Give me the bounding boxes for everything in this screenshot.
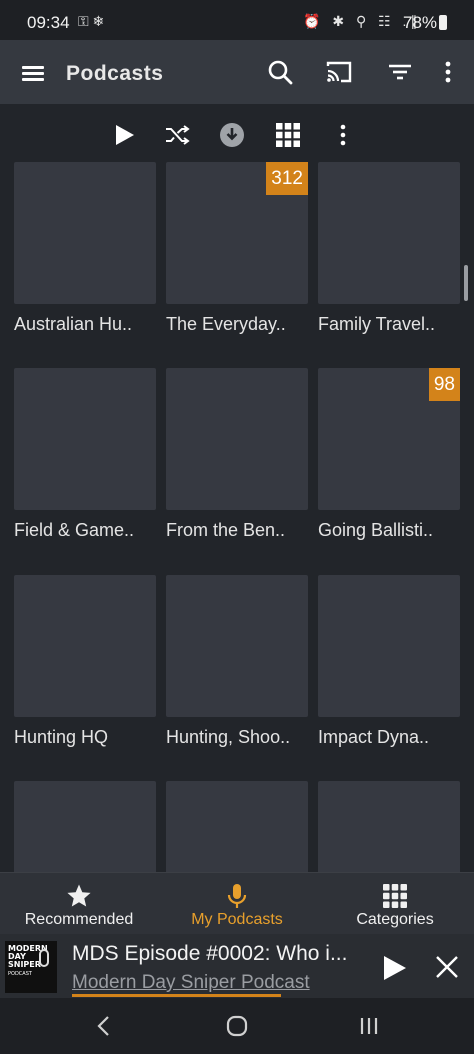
- podcast-title: The Everyday..: [166, 314, 286, 334]
- podcast-title: Impact Dyna..: [318, 727, 430, 747]
- grid-icon: [383, 884, 407, 908]
- playback-progress: [72, 994, 281, 997]
- episode-title: MDS Episode #0002: Who i...: [72, 942, 348, 965]
- filter-icon[interactable]: [386, 58, 414, 86]
- status-time: 09:34: [27, 13, 70, 32]
- more-vert-icon[interactable]: [434, 58, 462, 86]
- nav-label: My Podcasts: [191, 911, 283, 928]
- home-icon[interactable]: [223, 1014, 251, 1038]
- podcast-tile[interactable]: Family Travel..: [318, 162, 460, 335]
- battery-percentage: 78%: [403, 13, 438, 32]
- nav-label: Categories: [356, 911, 434, 928]
- podcast-artwork: [166, 781, 308, 872]
- podcast-artwork: [14, 368, 156, 510]
- toolbar-more-icon[interactable]: [330, 122, 356, 148]
- podcast-tile[interactable]: Hunting HQ: [14, 575, 156, 748]
- podcast-toolbar: [0, 104, 474, 162]
- play-all-icon[interactable]: [111, 122, 137, 148]
- podcast-tile[interactable]: 312 The Everyday..: [166, 162, 308, 335]
- podcast-title: Going Ballisti..: [318, 520, 434, 540]
- podcast-artwork: [14, 575, 156, 717]
- podcast-name: Modern Day Sniper Podcast: [72, 972, 310, 993]
- menu-icon[interactable]: [22, 66, 44, 81]
- podcast-title: Australian Hu..: [14, 314, 133, 334]
- download-icon[interactable]: [219, 122, 245, 148]
- podcast-tile[interactable]: Australian Hu..: [14, 162, 156, 335]
- unplayed-badge: 98: [428, 368, 460, 401]
- podcast-title: Family Travel..: [318, 314, 436, 334]
- podcast-artwork: [166, 575, 308, 717]
- bottom-navigation: Recommended My Podcasts Categories: [0, 872, 474, 934]
- app-bar: Podcasts: [0, 40, 474, 104]
- unplayed-badge: 312: [266, 162, 308, 195]
- page-title: Podcasts: [66, 62, 164, 85]
- podcast-title: From the Ben..: [166, 520, 286, 540]
- nav-label: Recommended: [24, 911, 134, 928]
- nav-item-categories[interactable]: Categories: [316, 873, 474, 935]
- podcast-artwork: [318, 575, 460, 717]
- play-icon[interactable]: [380, 954, 408, 982]
- podcast-artwork: [318, 781, 460, 872]
- grid-view-icon[interactable]: [275, 122, 301, 148]
- podcast-artwork: [166, 368, 308, 510]
- status-bar: 09:34 ⚿ ❄ ⏰ ✱ ⚲ ☷ .∥ 78%: [0, 0, 474, 40]
- microphone-icon: [39, 949, 49, 967]
- podcast-title: Hunting HQ: [14, 727, 109, 747]
- podcast-artwork: 98: [318, 368, 460, 510]
- shuffle-icon[interactable]: [164, 122, 190, 148]
- podcast-title: Hunting, Shoo..: [166, 727, 291, 747]
- podcast-tile[interactable]: Hunting, Shoo..: [166, 575, 308, 748]
- episode-artwork: MODERN DAY SNIPER PODCAST: [5, 941, 57, 993]
- podcast-tile[interactable]: [166, 781, 308, 872]
- cast-icon[interactable]: [325, 58, 353, 86]
- podcast-tile[interactable]: Field & Game..: [14, 368, 156, 541]
- podcast-artwork: [318, 162, 460, 304]
- recent-apps-icon[interactable]: [355, 1014, 383, 1038]
- podcast-artwork: 312: [166, 162, 308, 304]
- podcast-tile[interactable]: [14, 781, 156, 872]
- back-icon[interactable]: [91, 1014, 119, 1038]
- podcast-tile[interactable]: [318, 781, 460, 872]
- search-icon[interactable]: [266, 58, 294, 86]
- podcast-tile[interactable]: 98 Going Ballisti..: [318, 368, 460, 541]
- podcast-tile[interactable]: From the Ben..: [166, 368, 308, 541]
- nav-item-my-podcasts[interactable]: My Podcasts: [158, 873, 316, 935]
- battery-icon: [439, 15, 447, 30]
- podcast-tile[interactable]: Impact Dyna..: [318, 575, 460, 748]
- podcast-artwork: [14, 162, 156, 304]
- star-icon: [67, 884, 91, 907]
- podcast-artwork: [14, 781, 156, 872]
- microphone-icon: [227, 884, 247, 908]
- notification-icons: ⚿ ❄: [78, 13, 105, 29]
- podcast-title: Field & Game..: [14, 520, 135, 540]
- close-icon[interactable]: [434, 954, 460, 980]
- podcast-grid: Australian Hu.. 312 The Everyday.. Famil…: [0, 162, 474, 872]
- mini-player[interactable]: MODERN DAY SNIPER PODCAST MDS Episode #0002…: [0, 934, 474, 998]
- nav-item-recommended[interactable]: Recommended: [0, 873, 158, 935]
- scrollbar-thumb[interactable]: [464, 265, 468, 301]
- system-navigation-bar: [0, 998, 474, 1054]
